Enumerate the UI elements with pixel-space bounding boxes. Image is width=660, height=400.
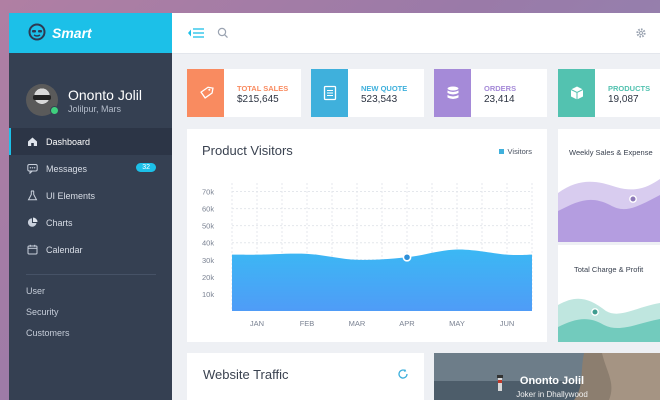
sidebar-item-security[interactable]: Security — [9, 301, 172, 322]
sidebar-item-ui-elements[interactable]: UI Elements — [9, 182, 172, 209]
total-charge-panel: Total Charge & Profit — [558, 245, 660, 342]
stat-value: 523,543 — [361, 94, 398, 105]
brand-name: Smart — [52, 25, 92, 41]
stat-title: TOTAL SALES — [237, 84, 289, 93]
calendar-icon — [27, 244, 38, 255]
y-tick-label: 60k — [202, 205, 214, 214]
weekly-highlight-point — [629, 195, 637, 203]
flask-icon — [27, 190, 38, 201]
home-icon — [27, 136, 38, 147]
x-tick-label: JAN — [250, 319, 264, 328]
sidebar-item-calendar[interactable]: Calendar — [9, 236, 172, 263]
cube-icon — [558, 69, 595, 117]
sidebar-item-dashboard[interactable]: Dashboard — [9, 128, 172, 155]
top-bar — [172, 13, 660, 54]
product-visitors-panel: Product Visitors Visitors 70k 60k 50k 40k 30… — [187, 129, 547, 342]
sidebar: Smart Ononto Jolil Jolilpur, Mars Dashbo… — [9, 13, 172, 400]
y-tick-label: 10k — [202, 290, 214, 299]
pie-chart-icon — [27, 217, 38, 228]
online-status-dot — [50, 106, 59, 115]
y-tick-label: 20k — [202, 273, 214, 282]
x-tick-label: APR — [399, 319, 415, 328]
stat-value: $215,645 — [237, 94, 279, 105]
profile-name: Ononto Jolil — [68, 86, 142, 103]
sidebar-item-charts[interactable]: Charts — [9, 209, 172, 236]
stat-title: PRODUCTS — [608, 84, 651, 93]
stat-value: 23,414 — [484, 94, 515, 105]
document-icon — [311, 69, 348, 117]
x-tick-label: MAY — [449, 319, 465, 328]
menu-collapse-icon[interactable] — [187, 26, 205, 45]
messages-count-badge: 32 — [136, 163, 156, 172]
y-tick-label: 50k — [202, 222, 214, 231]
panel-title: Website Traffic — [203, 367, 289, 382]
brand-logo-icon — [28, 23, 46, 44]
sidebar-profile[interactable]: Ononto Jolil Jolilpur, Mars — [9, 53, 172, 127]
avatar — [26, 84, 59, 116]
brand-bar[interactable]: Smart — [9, 13, 172, 53]
charge-highlight-point — [591, 308, 599, 316]
search-icon[interactable] — [217, 26, 229, 45]
weekly-sales-panel: Weekly Sales & Expense — [558, 129, 660, 242]
messages-icon — [27, 163, 38, 174]
stat-title: NEW QUOTE — [361, 84, 408, 93]
y-tick-label: 30k — [202, 256, 214, 265]
website-traffic-panel: Website Traffic — [187, 353, 424, 400]
sidebar-item-user[interactable]: User — [9, 280, 172, 301]
stat-title: ORDERS — [484, 84, 517, 93]
visitors-highlight-point[interactable] — [402, 252, 412, 262]
stat-card-total-sales[interactable]: TOTAL SALES $215,645 — [187, 69, 301, 117]
main-nav: Dashboard Messages 32 UI Elements Charts… — [9, 128, 172, 263]
profile-card-name: Ononto Jolil — [519, 375, 585, 387]
dashboard-app: Smart Ononto Jolil Jolilpur, Mars Dashbo… — [9, 13, 660, 400]
x-tick-label: FEB — [300, 319, 315, 328]
stat-card-orders[interactable]: ORDERS 23,414 — [434, 69, 547, 117]
visitors-series-area — [232, 249, 532, 311]
stat-value: 19,087 — [608, 94, 639, 105]
refresh-icon[interactable] — [397, 367, 409, 385]
x-tick-label: MAR — [349, 319, 366, 328]
sidebar-item-messages[interactable]: Messages 32 — [9, 155, 172, 182]
stat-card-products[interactable]: PRODUCTS 19,087 — [558, 69, 660, 117]
price-tag-icon — [187, 69, 224, 117]
visitors-area-chart: 70k 60k 50k 40k 30k 20k 10k JAN FEB MAR APR MAY JUN — [202, 183, 533, 328]
sidebar-divider — [26, 274, 156, 275]
profile-location: Jolilpur, Mars — [68, 103, 122, 114]
sub-nav: User Security Customers — [9, 280, 172, 343]
database-icon — [434, 69, 471, 117]
profile-image-card[interactable]: Ononto Jolil Joker in Dhallywood — [434, 353, 660, 400]
y-tick-label: 70k — [202, 188, 214, 197]
settings-gear-icon[interactable] — [635, 26, 647, 45]
weekly-sales-mini-chart — [558, 179, 660, 242]
sidebar-item-customers[interactable]: Customers — [9, 322, 172, 343]
total-charge-mini-chart — [558, 298, 660, 342]
y-tick-label: 40k — [202, 239, 214, 248]
stat-card-new-quote[interactable]: NEW QUOTE 523,543 — [311, 69, 424, 117]
x-tick-label: JUN — [500, 319, 515, 328]
profile-card-subtitle: Joker in Dhallywood — [516, 390, 588, 399]
